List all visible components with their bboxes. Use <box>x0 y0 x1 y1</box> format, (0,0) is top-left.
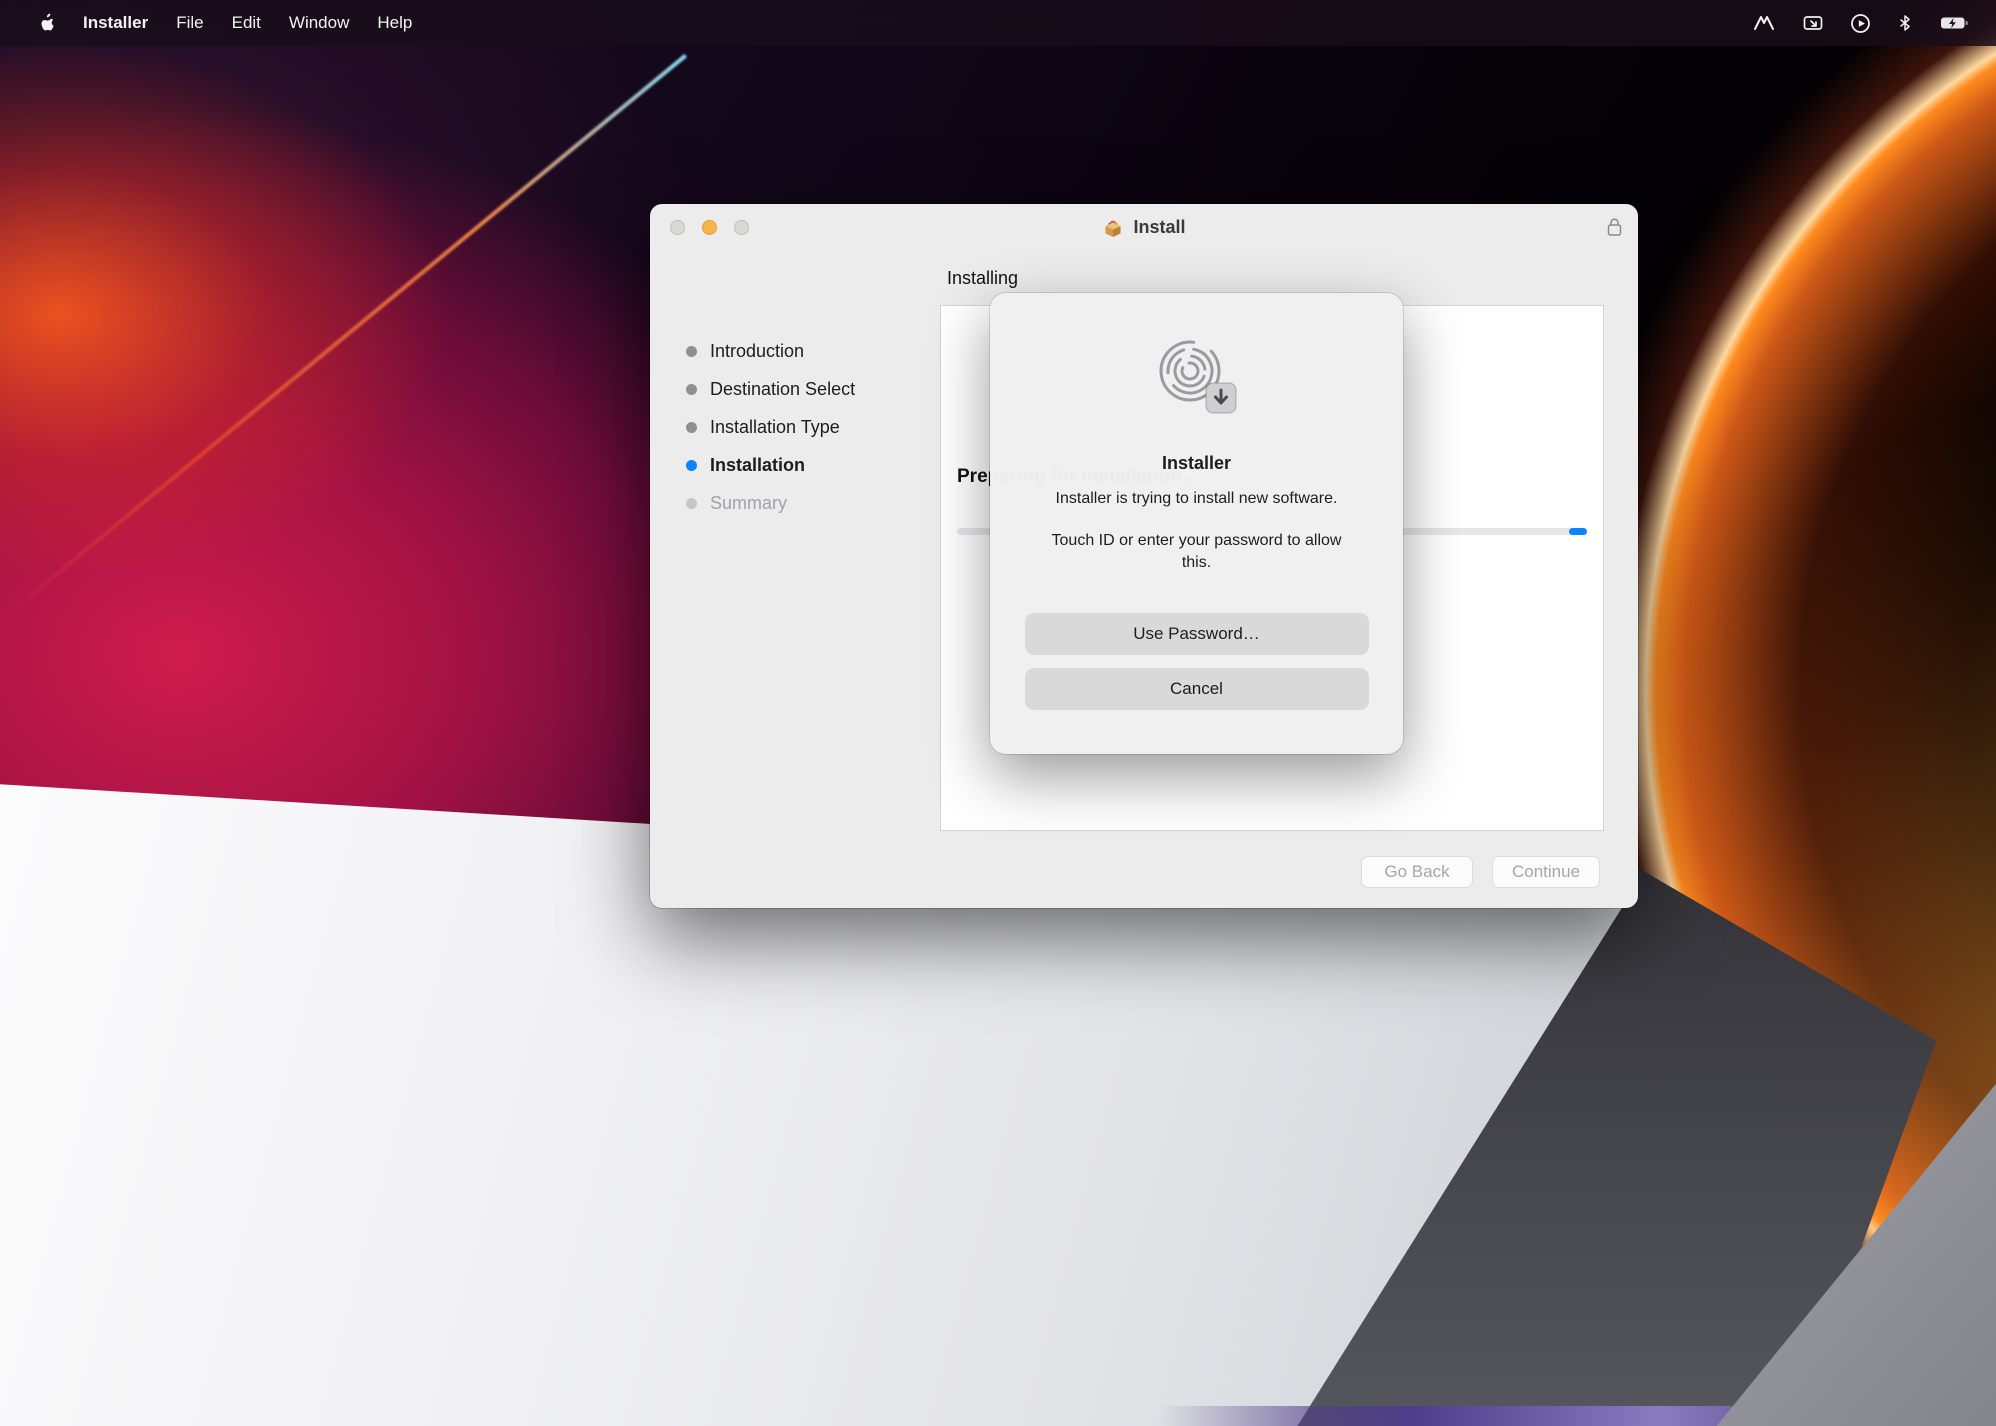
window-title: Install <box>1133 217 1185 238</box>
go-back-button[interactable]: Go Back <box>1361 856 1473 888</box>
window-title-area: Install <box>650 216 1638 238</box>
zoom-button[interactable] <box>734 220 749 235</box>
touch-id-fingerprint-icon <box>1154 335 1240 415</box>
menu-window[interactable]: Window <box>275 0 363 46</box>
installer-package-icon <box>1102 216 1124 238</box>
apple-menu[interactable] <box>24 0 69 46</box>
progress-indicator <box>1569 528 1587 535</box>
bluetooth-menu-extra[interactable] <box>1889 0 1921 46</box>
mountain-logo-menu-extra[interactable] <box>1744 0 1784 46</box>
close-button[interactable] <box>670 220 685 235</box>
dialog-title: Installer <box>1162 453 1231 474</box>
play-menu-extra[interactable] <box>1842 0 1879 46</box>
lock-icon <box>1607 217 1622 237</box>
dialog-message: Installer is trying to install new softw… <box>1016 490 1378 508</box>
battery-charging-icon <box>1940 15 1969 31</box>
cancel-button[interactable]: Cancel <box>1025 668 1369 710</box>
step-bullet <box>686 346 697 357</box>
screen-mirroring-menu-extra[interactable] <box>1794 0 1832 46</box>
step-bullet <box>686 498 697 509</box>
window-titlebar[interactable]: Install <box>650 204 1638 250</box>
menu-bar: Installer File Edit Window Help <box>0 0 1996 46</box>
step-summary: Summary <box>686 484 855 522</box>
step-installation-type: Installation Type <box>686 408 855 446</box>
minimize-button[interactable] <box>702 220 717 235</box>
traffic-lights <box>670 204 749 250</box>
battery-menu-extra[interactable] <box>1931 0 1978 46</box>
desktop: Installer File Edit Window Help <box>0 0 1996 1426</box>
mountain-logo-icon <box>1753 15 1775 31</box>
play-circle-icon <box>1851 14 1870 33</box>
download-badge-icon <box>1206 383 1236 413</box>
step-introduction: Introduction <box>686 332 855 370</box>
menu-edit[interactable]: Edit <box>218 0 275 46</box>
menu-bar-status-area <box>1744 0 1996 46</box>
menu-file[interactable]: File <box>162 0 217 46</box>
touch-id-dialog: Installer Installer is trying to install… <box>990 293 1403 754</box>
step-installation: Installation <box>686 446 855 484</box>
menu-help[interactable]: Help <box>363 0 426 46</box>
pane-header: Installing <box>947 268 1018 289</box>
install-steps-list: Introduction Destination Select Installa… <box>686 332 855 522</box>
step-bullet <box>686 422 697 433</box>
step-bullet <box>686 384 697 395</box>
step-bullet <box>686 460 697 471</box>
dialog-instruction: Touch ID or enter your password to allow… <box>1047 530 1347 573</box>
use-password-button[interactable]: Use Password… <box>1025 613 1369 655</box>
menu-app-name[interactable]: Installer <box>69 0 162 46</box>
menu-bar-left: Installer File Edit Window Help <box>0 0 426 46</box>
apple-icon <box>38 13 55 33</box>
continue-button[interactable]: Continue <box>1492 856 1600 888</box>
step-destination-select: Destination Select <box>686 370 855 408</box>
screen-mirroring-icon <box>1803 14 1823 32</box>
bluetooth-icon <box>1898 14 1912 32</box>
